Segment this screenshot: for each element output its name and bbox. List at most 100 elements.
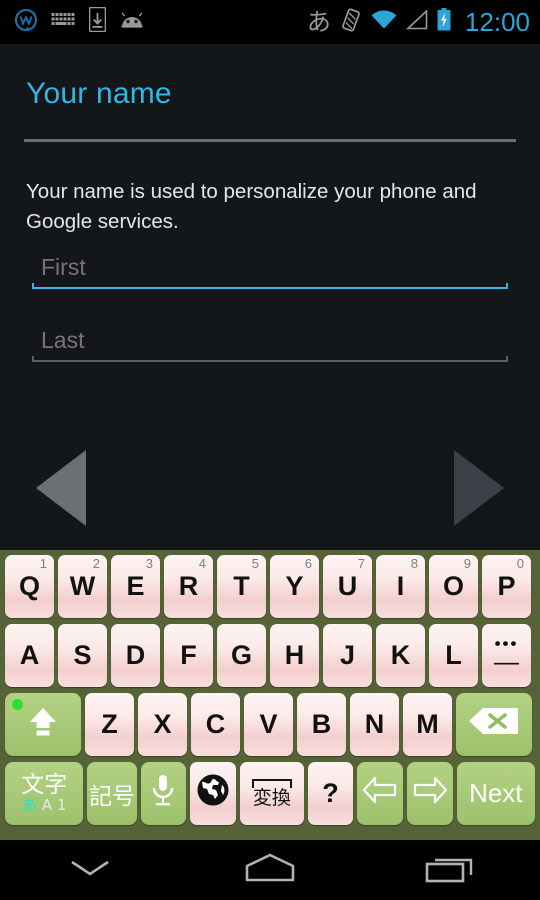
japanese-keyboard[interactable]: Q 1 W 2 E 3 R 4 T 5 Y 6 U 7 I 8 O 9 P 0 [0, 550, 540, 840]
key-p[interactable]: P 0 [482, 555, 531, 618]
status-bar-left-icons [14, 6, 145, 37]
first-name-field[interactable] [32, 247, 508, 289]
key-label: X [153, 709, 172, 739]
key-m[interactable]: M [403, 693, 452, 756]
home-button[interactable] [180, 840, 360, 900]
android-head-icon [119, 11, 145, 33]
key-i[interactable]: I 8 [376, 555, 425, 618]
backspace-icon [467, 705, 521, 744]
key-e[interactable]: E 3 [111, 555, 160, 618]
key-c[interactable]: C [191, 693, 240, 756]
w-logo-icon [14, 8, 38, 37]
key-dash-label: — [494, 648, 519, 676]
key-num-label: 4 [198, 556, 206, 571]
key-shift[interactable] [5, 693, 81, 756]
status-bar: あ 12:00 [0, 0, 540, 44]
key-label: L [445, 640, 462, 670]
first-name-underline [32, 283, 508, 289]
key-label: R [178, 571, 199, 601]
last-name-field[interactable] [32, 320, 508, 362]
key-symbol-mode[interactable]: 記号 [87, 762, 137, 825]
key-label: O [442, 571, 464, 601]
globe-icon [196, 773, 230, 814]
key-label: E [126, 571, 145, 601]
key-g[interactable]: G [217, 624, 266, 687]
key-label: H [284, 640, 305, 670]
recents-icon [424, 853, 476, 888]
key-label: S [73, 640, 92, 670]
key-label: V [259, 709, 278, 739]
hide-keyboard-button[interactable] [0, 840, 180, 900]
key-mode-num-label: 1 [56, 796, 67, 814]
key-num-label: 1 [39, 556, 47, 571]
key-label: F [180, 640, 197, 670]
key-mode-main-label: 文字 [21, 772, 68, 798]
key-d[interactable]: D [111, 624, 160, 687]
key-k[interactable]: K [376, 624, 425, 687]
key-label: N [364, 709, 385, 739]
signal-icon [405, 8, 428, 35]
key-label: C [205, 709, 226, 739]
key-mode-alpha-label: A [41, 796, 53, 814]
key-num-label: 3 [145, 556, 153, 571]
key-num-label: 0 [516, 556, 524, 571]
key-r[interactable]: R 4 [164, 555, 213, 618]
key-language-switch[interactable] [190, 762, 236, 825]
key-label: T [233, 571, 250, 601]
key-n[interactable]: N [350, 693, 399, 756]
key-label: W [69, 571, 96, 601]
key-x[interactable]: X [138, 693, 187, 756]
key-b[interactable]: B [297, 693, 346, 756]
key-voice-input[interactable] [140, 762, 187, 825]
status-bar-clock: 12:00 [464, 6, 530, 37]
key-t[interactable]: T 5 [217, 555, 266, 618]
key-question[interactable]: ? [307, 762, 354, 825]
key-num-label: 6 [304, 556, 312, 571]
key-u[interactable]: U 7 [323, 555, 372, 618]
key-w[interactable]: W 2 [58, 555, 107, 618]
download-to-phone-icon [88, 6, 107, 37]
key-label: Y [285, 571, 304, 601]
vibrate-icon [340, 7, 362, 37]
key-backspace[interactable] [456, 693, 532, 756]
key-j[interactable]: J [323, 624, 372, 687]
key-label: Q [18, 571, 40, 601]
key-next-action[interactable]: Next [456, 762, 536, 825]
key-cursor-left[interactable] [357, 762, 403, 825]
setup-content: Your name Your name is used to personali… [0, 44, 540, 550]
key-q[interactable]: Q 1 [5, 555, 54, 618]
key-z[interactable]: Z [85, 693, 134, 756]
first-name-input[interactable] [32, 247, 508, 287]
key-v[interactable]: V [244, 693, 293, 756]
keyboard-row-3: Z X C V B N M [3, 692, 537, 761]
next-arrow-button[interactable] [454, 450, 504, 526]
title-divider [24, 139, 516, 142]
key-h[interactable]: H [270, 624, 319, 687]
wifi-icon [371, 9, 397, 35]
back-arrow-button[interactable] [36, 450, 86, 526]
keyboard-row-4: 文字 あ A 1 記号 変換 ? Next [3, 761, 537, 830]
ime-indicator-icon: あ [306, 8, 331, 36]
key-symbols-dash[interactable]: ••• — [482, 624, 531, 687]
key-l[interactable]: L [429, 624, 478, 687]
key-label: J [339, 640, 356, 670]
key-label: Z [101, 709, 118, 739]
key-y[interactable]: Y 6 [270, 555, 319, 618]
key-space-convert[interactable]: 変換 [239, 762, 304, 825]
recents-button[interactable] [360, 840, 540, 900]
key-num-label: 5 [251, 556, 259, 571]
key-cursor-right[interactable] [406, 762, 453, 825]
key-f[interactable]: F [164, 624, 213, 687]
key-convert-label: 変換 [252, 787, 291, 809]
key-label: P [497, 571, 516, 601]
key-input-mode[interactable]: 文字 あ A 1 [5, 762, 84, 825]
key-o[interactable]: O 9 [429, 555, 478, 618]
key-num-label: 9 [463, 556, 471, 571]
key-a[interactable]: A [5, 624, 54, 687]
keyboard-icon [51, 12, 76, 33]
key-label: M [416, 709, 439, 739]
last-name-input[interactable] [32, 320, 508, 360]
key-label: U [337, 571, 358, 601]
arrow-left-icon [362, 775, 398, 812]
key-s[interactable]: S [58, 624, 107, 687]
